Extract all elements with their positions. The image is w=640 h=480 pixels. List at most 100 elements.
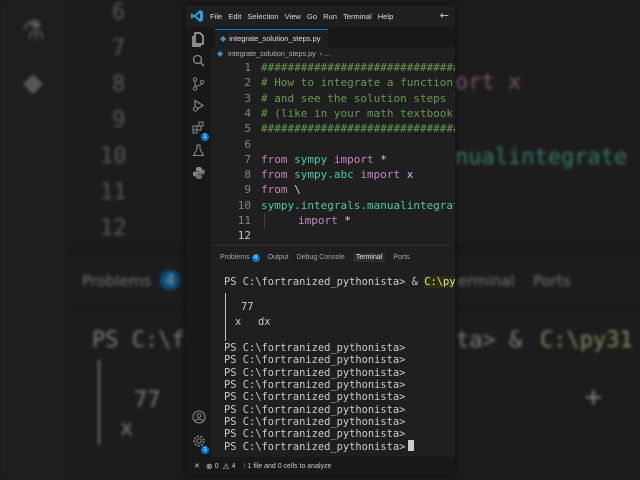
- menu-run[interactable]: Run: [323, 12, 337, 21]
- backdrop-prompt-right: ta> &: [456, 328, 523, 353]
- code-keyword: from: [261, 183, 288, 197]
- run-debug-icon[interactable]: [190, 99, 207, 116]
- tab-ports[interactable]: Ports: [393, 254, 409, 261]
- integral-sign: [225, 293, 226, 341]
- tab-problems[interactable]: Problems 4: [220, 253, 260, 262]
- code-line: 6: [211, 137, 455, 152]
- backdrop-prompt-left: PS C:\f: [92, 328, 185, 353]
- tab-problems-label: Problems: [220, 254, 250, 261]
- code-line: 10 sympy.integrals.manualintegrate: [211, 198, 455, 213]
- backdrop-problems-badge: 4: [160, 270, 180, 290]
- backdrop-tab-problems: Problems: [82, 272, 152, 290]
- breadcrumb-more[interactable]: › ...: [320, 49, 330, 58]
- backdrop-integral-num: 77: [134, 388, 161, 413]
- editor-tabs: ◆ integrate_solution_steps.py: [211, 27, 455, 47]
- explorer-icon[interactable]: [190, 32, 207, 49]
- breadcrumb-file[interactable]: integrate_solution_steps.py: [228, 49, 316, 58]
- breadcrumb: ◆ integrate_solution_steps.py › ...: [211, 47, 455, 60]
- backdrop-flask-icon: ⚗: [21, 16, 45, 46]
- status-bar: ✕ ⊗ 0 ⚠ 4 ⦙ 1 file and 0 cells to analyze: [186, 457, 455, 475]
- analysis-text: 1 file and 0 cells to analyze: [247, 462, 332, 470]
- line-number: 2: [244, 76, 251, 90]
- spinner-icon: ⦙: [243, 461, 246, 470]
- backdrop-line-number: 11: [100, 180, 127, 205]
- tab-debug-console[interactable]: Debug Console: [297, 254, 345, 261]
- remote-icon[interactable]: ✕: [194, 462, 200, 470]
- code-keyword: import: [333, 152, 374, 166]
- menu-view[interactable]: View: [285, 12, 301, 21]
- settings-gear-icon[interactable]: 1: [190, 434, 209, 454]
- backdrop-line-number: 12: [100, 216, 127, 241]
- menu-selection[interactable]: Selection: [247, 12, 278, 21]
- warning-count: 4: [231, 462, 236, 470]
- menu-edit[interactable]: Edit: [228, 12, 241, 21]
- code-comment: ##############################: [261, 122, 455, 136]
- code-line: 12: [211, 228, 455, 243]
- tab-integrate-solution-steps[interactable]: ◆ integrate_solution_steps.py: [215, 29, 329, 47]
- panel-divider[interactable]: [211, 245, 455, 246]
- line-number: 3: [244, 91, 251, 105]
- code-line: 5 ##############################: [211, 121, 455, 136]
- code-keyword: import: [360, 168, 401, 182]
- menu-go[interactable]: Go: [307, 12, 317, 21]
- terminal-prompt: PS C:\fortranized_pythonista>: [224, 378, 406, 391]
- back-arrow-icon[interactable]: ←: [440, 9, 449, 22]
- terminal-prompt: PS C:\fortranized_pythonista>: [224, 354, 406, 367]
- terminal-prompt-line: PS C:\fortranized_pythonista>: [224, 391, 405, 403]
- menu-help[interactable]: Help: [378, 12, 394, 21]
- code-editor[interactable]: 1 ############################## 2 # How t…: [211, 60, 455, 243]
- terminal-prompt: PS C:\fortranized_pythonista>: [224, 342, 406, 354]
- terminal-prompt: PS C:\fortranized_pythonista>: [224, 415, 406, 428]
- terminal-prompt-line: PS C:\fortranized_pythonista>: [224, 354, 405, 366]
- testing-flask-icon[interactable]: [190, 144, 207, 161]
- title-bar: File Edit Selection View Go Run Terminal…: [186, 5, 455, 27]
- code-keyword: from: [261, 168, 288, 182]
- tab-output[interactable]: Output: [268, 254, 289, 261]
- indent-guide: [264, 213, 265, 228]
- code-line: 4 # (like in your math textbook): [211, 106, 455, 121]
- terminal-prompt: PS C:\fortranized_pythonista>: [224, 403, 406, 416]
- menu-terminal[interactable]: Terminal: [343, 12, 372, 21]
- code-comment: # How to integrate a function: [261, 76, 454, 90]
- code-text: \: [294, 183, 301, 197]
- terminal-prompt: PS C:\fortranized_pythonista>: [224, 391, 406, 404]
- panel-tabs: Problems 4 Output Debug Console Terminal …: [211, 249, 455, 266]
- backdrop-code-manual: nualintegrate: [455, 145, 628, 170]
- vscode-window: File Edit Selection View Go Run Terminal…: [186, 5, 455, 475]
- source-control-icon[interactable]: [190, 77, 207, 94]
- menu-file[interactable]: File: [210, 12, 222, 21]
- code-keyword: import: [298, 214, 338, 227]
- code-line: 2 # How to integrate a function: [211, 75, 455, 90]
- code-text: *: [344, 214, 351, 227]
- code-line: 1 ##############################: [211, 60, 455, 75]
- terminal-prompt-line: PS C:\fortranized_pythonista>: [224, 342, 405, 354]
- backdrop-line-number: 9: [112, 108, 126, 133]
- accounts-icon[interactable]: [190, 410, 207, 427]
- code-line: 11 import *: [211, 213, 455, 228]
- code-line: 8 from sympy.abc import x: [211, 167, 455, 182]
- terminal-cursor: [408, 440, 415, 452]
- backdrop-cmd: C:\py31: [540, 328, 633, 353]
- analysis-status[interactable]: ⦙ 1 file and 0 cells to analyze: [244, 461, 332, 471]
- line-number: 12: [237, 229, 251, 243]
- terminal-prompt: PS C:\fortranized_pythonista>: [224, 366, 406, 379]
- backdrop-integral-sign: [98, 360, 100, 445]
- problems-status[interactable]: ⊗ 0 ⚠ 4: [206, 462, 236, 471]
- integral-variable: x: [235, 316, 242, 328]
- python-icon[interactable]: [190, 166, 207, 183]
- backdrop-integral-var: x: [120, 416, 134, 441]
- python-file-icon: ◆: [220, 34, 227, 43]
- activity-bar: 1 1: [186, 27, 211, 475]
- search-icon[interactable]: [190, 54, 207, 71]
- tab-terminal[interactable]: Terminal: [352, 253, 386, 262]
- backdrop-code-import: ort x: [455, 70, 522, 95]
- warning-icon: ⚠: [222, 461, 230, 471]
- terminal[interactable]: PS C:\fortranized_pythonista> & C:\py31 …: [211, 267, 455, 457]
- line-number: 8: [244, 168, 251, 182]
- backdrop-tab-ports: Ports: [533, 272, 571, 290]
- code-identifier: x: [406, 168, 414, 182]
- extensions-icon[interactable]: 1: [190, 121, 209, 141]
- code-line: 3 # and see the solution steps ??: [211, 91, 455, 106]
- problems-badge: 4: [251, 253, 260, 262]
- integral-dx: dx: [258, 316, 271, 328]
